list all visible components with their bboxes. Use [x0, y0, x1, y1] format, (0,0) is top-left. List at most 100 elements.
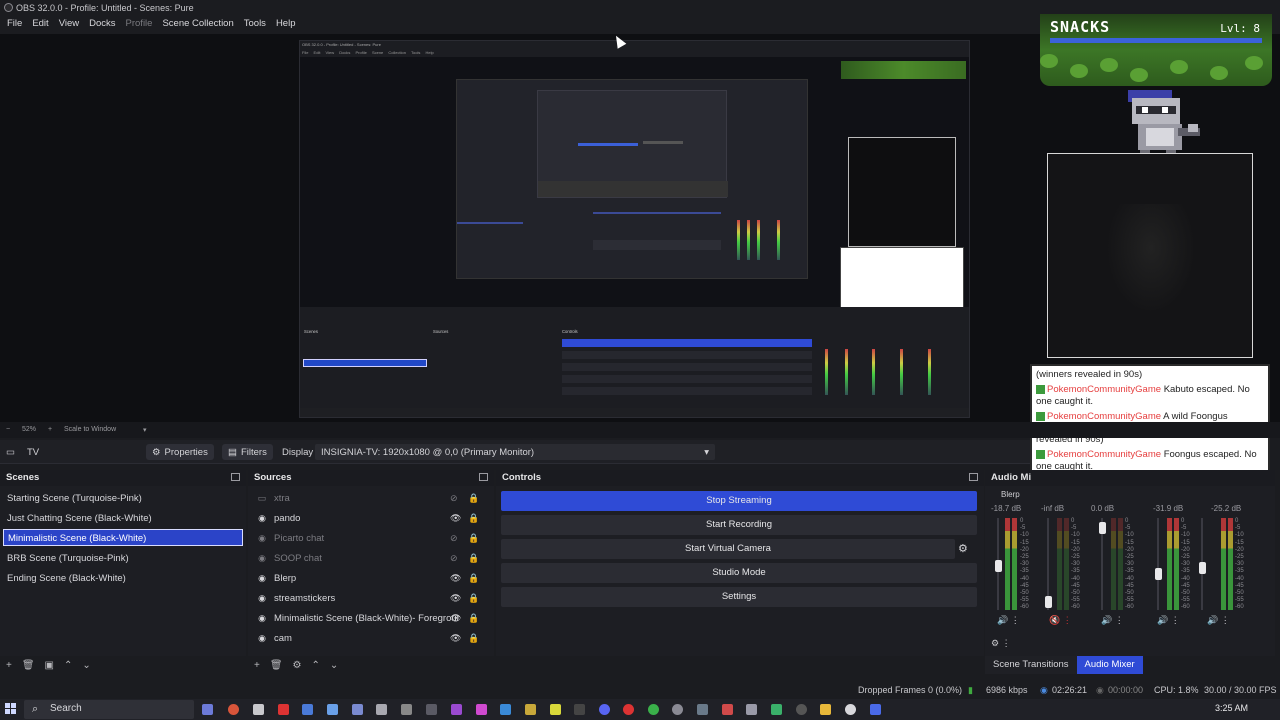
filters-button[interactable]: ▤ Filters [222, 444, 273, 460]
source-item[interactable]: ◉ streamstickers 👁 🔒 [252, 589, 492, 607]
menu-help[interactable]: Help [271, 16, 301, 34]
scene-item[interactable]: BRB Scene (Turquoise-Pink) [3, 550, 243, 567]
start-virtual-camera-button[interactable]: Start Virtual Camera [501, 539, 955, 559]
move-down-icon[interactable]: ⌄ [82, 660, 90, 671]
source-icon: ▭ [257, 492, 267, 503]
virtual-camera-settings-icon[interactable]: ⚙ [958, 542, 976, 558]
app-icon[interactable] [451, 704, 462, 715]
filter-icon[interactable]: ▣ [45, 660, 54, 671]
menu-docks[interactable]: Docks [84, 16, 120, 34]
source-item[interactable]: ◉ cam 👁 🔒 [252, 629, 492, 647]
tab-audio-mixer[interactable]: Audio Mixer [1076, 656, 1143, 674]
app-icon[interactable] [648, 704, 659, 715]
app-icon[interactable] [672, 704, 683, 715]
settings-button[interactable]: Settings [501, 587, 977, 607]
app-icon[interactable] [302, 704, 313, 715]
trash-icon[interactable]: 🗑 [270, 660, 283, 671]
zoom-minus-icon[interactable]: − [6, 426, 10, 433]
source-item[interactable]: ◉ Blerp 👁 🔒 [252, 569, 492, 587]
app-icon[interactable] [525, 704, 536, 715]
speaker-muted-icon[interactable]: 🔇 ⋮ [1049, 615, 1072, 626]
move-down-icon[interactable]: ⌄ [330, 660, 338, 671]
popout-icon[interactable] [479, 473, 488, 481]
app-icon[interactable] [845, 704, 856, 715]
scene-item[interactable]: Ending Scene (Black-White) [3, 570, 243, 587]
display-select[interactable]: INSIGNIA-TV: 1920x1080 @ 0,0 (Primary Mo… [315, 444, 715, 460]
volume-fader[interactable] [1157, 518, 1159, 610]
app-icon[interactable] [796, 704, 807, 715]
popout-icon[interactable] [969, 473, 978, 481]
move-up-icon[interactable]: ⌃ [64, 660, 72, 671]
menu-tools[interactable]: Tools [239, 16, 271, 34]
app-icon[interactable] [500, 704, 511, 715]
stop-streaming-button[interactable]: Stop Streaming [501, 491, 977, 511]
app-icon[interactable] [870, 704, 881, 715]
add-icon[interactable]: + [6, 660, 12, 671]
audio-mixer-dock: Audio Mi Blerp -18.7 dB -inf dB 0.0 dB -… [985, 470, 1275, 656]
app-icon[interactable] [550, 704, 561, 715]
menu-profile[interactable]: Profile [121, 16, 158, 34]
status-bar: Dropped Frames 0 (0.0%) ▮ 6986 kbps ◉ 02… [0, 682, 1280, 698]
fader-knob[interactable] [1155, 568, 1162, 580]
scene-item[interactable]: Just Chatting Scene (Black-White) [3, 510, 243, 527]
source-item[interactable]: ◉ Minimalistic Scene (Black-White)- Foreg… [252, 609, 492, 627]
window-title: OBS 32.0.0 - Profile: Untitled - Scenes:… [16, 3, 194, 13]
app-icon[interactable] [202, 704, 213, 715]
scene-item[interactable]: Starting Scene (Turquoise-Pink) [3, 490, 243, 507]
taskbar-clock[interactable]: 3:25 AM [1215, 703, 1248, 713]
app-icon[interactable] [476, 704, 487, 715]
audio-meter [1111, 518, 1116, 610]
menu-scene-collection[interactable]: Scene Collection [157, 16, 238, 34]
app-icon[interactable] [746, 704, 757, 715]
fader-knob[interactable] [995, 560, 1002, 572]
source-item[interactable]: ◉ pando 👁 🔒 [252, 509, 492, 527]
app-icon[interactable] [426, 704, 437, 715]
app-icon[interactable] [771, 704, 782, 715]
app-icon[interactable] [253, 704, 264, 715]
app-icon[interactable] [352, 704, 363, 715]
mixer-settings-icon[interactable]: ⚙ ⋮ [991, 638, 1011, 649]
fader-knob[interactable] [1199, 562, 1206, 574]
app-icon[interactable] [623, 704, 634, 715]
app-icon[interactable] [574, 704, 585, 715]
scene-item-selected[interactable]: Minimalistic Scene (Black-White) [3, 529, 243, 546]
source-icon: ◉ [258, 572, 266, 583]
speaker-icon[interactable]: 🔊 ⋮ [1207, 615, 1230, 626]
menu-edit[interactable]: Edit [27, 16, 53, 34]
app-icon[interactable] [820, 704, 831, 715]
properties-button[interactable]: ⚙ Properties [146, 444, 214, 460]
speaker-icon[interactable]: 🔊 ⋮ [997, 615, 1020, 626]
chevron-down-icon[interactable]: ▾ [143, 426, 147, 434]
speaker-icon[interactable]: 🔊 ⋮ [1101, 615, 1124, 626]
app-icon[interactable] [376, 704, 387, 715]
speaker-icon[interactable]: 🔊 ⋮ [1157, 615, 1180, 626]
zoom-plus-icon[interactable]: + [48, 426, 52, 433]
popout-icon[interactable] [231, 473, 240, 481]
gear-icon[interactable]: ⚙ [293, 660, 302, 671]
app-icon[interactable] [722, 704, 733, 715]
app-icon[interactable] [327, 704, 338, 715]
tab-scene-transitions[interactable]: Scene Transitions [985, 656, 1077, 674]
app-icon[interactable] [228, 704, 239, 715]
lock-icon: 🔒 [468, 492, 480, 503]
app-icon[interactable] [278, 704, 289, 715]
menu-view[interactable]: View [54, 16, 84, 34]
add-icon[interactable]: + [254, 660, 260, 671]
source-item[interactable]: ▭ xtra ⊘ 🔒 [252, 489, 492, 507]
move-up-icon[interactable]: ⌃ [312, 660, 320, 671]
trash-icon[interactable]: 🗑 [22, 660, 35, 671]
app-icon[interactable] [599, 704, 610, 715]
taskbar-search[interactable]: ⌕ Search [24, 700, 194, 719]
studio-mode-button[interactable]: Studio Mode [501, 563, 977, 583]
channel-db: -18.7 dB [991, 504, 1022, 513]
app-icon[interactable] [401, 704, 412, 715]
source-item[interactable]: ◉ Picarto chat ⊘ 🔒 [252, 529, 492, 547]
fader-knob[interactable] [1045, 596, 1052, 608]
windows-start-icon[interactable] [5, 703, 17, 715]
fader-knob[interactable] [1099, 522, 1106, 534]
source-item[interactable]: ◉ SOOP chat ⊘ 🔒 [252, 549, 492, 567]
start-recording-button[interactable]: Start Recording [501, 515, 977, 535]
menu-file[interactable]: File [2, 16, 27, 34]
scale-to-window[interactable]: Scale to Window [64, 426, 116, 433]
app-icon[interactable] [697, 704, 708, 715]
